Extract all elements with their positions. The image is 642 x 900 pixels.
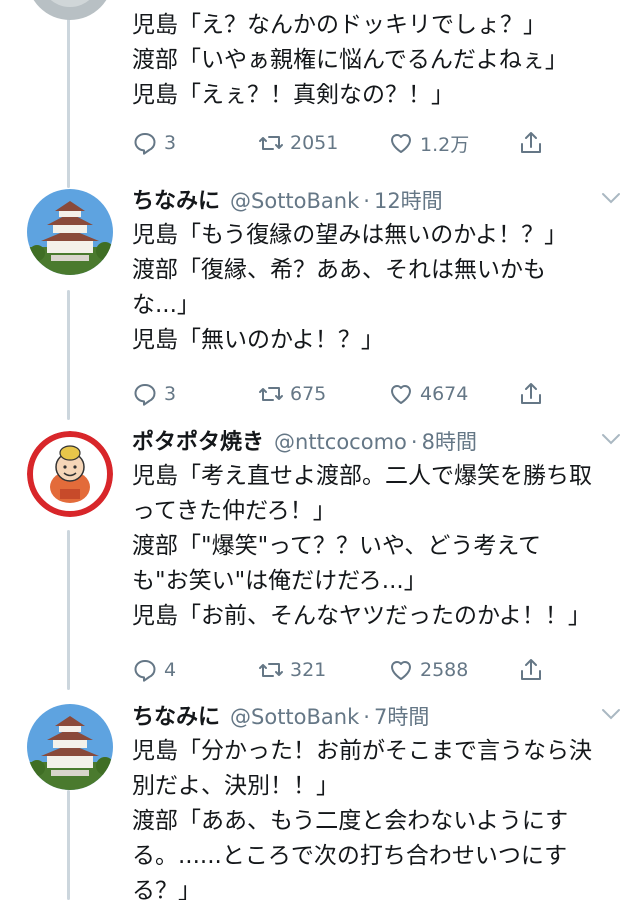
retweet-button[interactable]: 675	[258, 381, 388, 407]
tweet-header: ポタポタ焼き @nttcocomo · 8時間	[132, 425, 622, 459]
chevron-down-icon[interactable]	[600, 706, 622, 722]
tweet-text: 児島「考え直せよ渡部。二人で爆笑を勝ち取 ってきた仲だろ！」 渡部「"爆笑"って…	[132, 463, 592, 629]
reply-icon	[134, 133, 156, 155]
avatar[interactable]	[27, 704, 113, 790]
castle-avatar	[27, 704, 113, 790]
user-handle[interactable]: @SottoBank	[230, 184, 359, 218]
tweet-actions: 3 2051 1.2万	[132, 121, 622, 165]
tweet-text: 児島「もう復縁の望みは無いのかよ！？」 渡部「復縁、希？ああ、それは無いかも な…	[132, 222, 568, 353]
share-icon	[521, 659, 541, 680]
retweet-count: 2051	[290, 132, 339, 154]
reply-count: 3	[164, 383, 177, 405]
display-name[interactable]: ちなみに	[132, 701, 220, 735]
reply-button[interactable]: 3	[132, 381, 258, 407]
chevron-down-icon[interactable]	[600, 431, 622, 447]
retweet-icon	[259, 663, 283, 677]
tweet-actions: 3 675 4674	[132, 372, 622, 416]
reply-button[interactable]: 3	[132, 130, 258, 156]
like-icon	[391, 385, 411, 404]
reply-button[interactable]: 4	[132, 657, 258, 683]
like-count: 1.2万	[420, 133, 470, 156]
share-icon	[521, 132, 541, 153]
tweet-header: ちなみに @SottoBank · 12時間	[132, 184, 622, 218]
thread-line	[67, 290, 70, 420]
timestamp[interactable]: 8時間	[422, 425, 477, 459]
retweet-icon	[259, 136, 283, 150]
separator-dot: ·	[410, 430, 418, 454]
thread-line	[67, 530, 70, 690]
thread-line	[67, 790, 70, 900]
avatar[interactable]	[27, 0, 113, 20]
like-button[interactable]: 2588	[388, 657, 518, 683]
tweet-actions: 4 321 2588	[132, 648, 622, 692]
timestamp[interactable]: 12時間	[374, 184, 443, 218]
display-name[interactable]: ポタポタ焼き	[132, 426, 264, 460]
user-handle[interactable]: @nttcocomo	[274, 425, 407, 459]
timestamp[interactable]: 7時間	[374, 700, 429, 734]
castle-avatar	[27, 189, 113, 275]
retweet-count: 675	[290, 383, 327, 405]
retweet-button[interactable]: 321	[258, 657, 388, 683]
tweet-text: 児島「え？なんかのドッキリでしょ？」 渡部「いやぁ親権に悩んでるんだよねぇ」 児…	[132, 12, 568, 108]
like-button[interactable]: 4674	[388, 381, 518, 407]
like-count: 4674	[420, 383, 469, 405]
share-button[interactable]	[518, 130, 550, 156]
share-button[interactable]	[518, 657, 550, 683]
reply-icon	[134, 660, 156, 682]
reply-count: 3	[164, 132, 177, 154]
retweet-button[interactable]: 2051	[258, 130, 388, 156]
cartoon-grandma-avatar	[27, 431, 113, 517]
like-button[interactable]: 1.2万	[388, 130, 518, 157]
display-name[interactable]: ちなみに	[132, 185, 220, 219]
retweet-count: 321	[290, 659, 327, 681]
share-button[interactable]	[518, 381, 550, 407]
tweet-header: ちなみに @SottoBank · 7時間	[132, 700, 622, 734]
share-icon	[521, 383, 541, 404]
like-icon	[391, 134, 411, 153]
user-handle[interactable]: @SottoBank	[230, 700, 359, 734]
separator-dot: ·	[363, 189, 370, 213]
chevron-down-icon[interactable]	[600, 190, 622, 206]
like-count: 2588	[420, 659, 469, 681]
thread-line	[67, 10, 70, 188]
avatar[interactable]	[27, 431, 113, 517]
avatar[interactable]	[27, 189, 113, 275]
tweet-text: 児島「分かった！お前がそこまで言うなら決 別だよ、決別！！」 渡部「ああ、もう二…	[132, 738, 592, 900]
like-icon	[391, 661, 411, 680]
reply-icon	[134, 384, 156, 406]
separator-dot: ·	[363, 705, 370, 729]
retweet-icon	[259, 387, 283, 401]
reply-count: 4	[164, 659, 177, 681]
